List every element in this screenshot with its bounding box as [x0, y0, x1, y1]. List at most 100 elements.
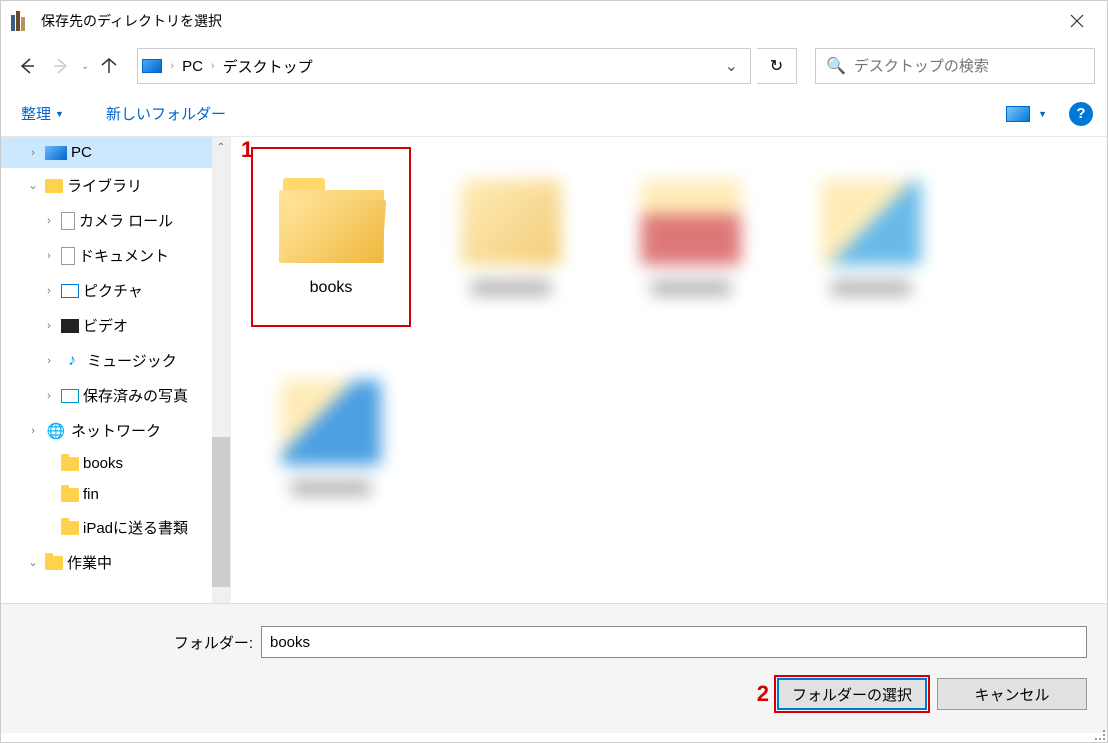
chevron-right-icon: › — [209, 60, 217, 72]
chevron-icon — [41, 250, 57, 262]
chevron-icon — [41, 390, 57, 402]
scrollbar: ⌃ — [212, 137, 230, 603]
tree-item-books[interactable]: books — [1, 448, 230, 479]
tree-icon — [61, 212, 75, 230]
chevron-icon — [41, 215, 57, 227]
view-icon — [1006, 106, 1030, 122]
back-button[interactable] — [13, 52, 41, 80]
chevron-right-icon: › — [168, 60, 176, 72]
search-icon: 🔍 — [826, 56, 846, 76]
tree-label: ピクチャ — [83, 280, 143, 301]
blurred-item — [611, 147, 771, 327]
app-icon — [11, 11, 31, 31]
blurred-item — [251, 347, 411, 527]
scroll-thumb[interactable] — [212, 437, 230, 587]
tree-icon — [45, 146, 67, 160]
tree-label: カメラ ロール — [79, 210, 173, 231]
pc-icon — [142, 59, 162, 73]
main-area: PCライブラリカメラ ロールドキュメントピクチャビデオ♪ミュージック保存済みの写… — [1, 137, 1107, 603]
tree-item-カメラ ロール[interactable]: カメラ ロール — [1, 203, 230, 238]
tree-icon — [45, 179, 63, 193]
tree-item-ネットワーク[interactable]: 🌐ネットワーク — [1, 413, 230, 448]
search-input[interactable] — [854, 58, 1084, 75]
help-button[interactable]: ? — [1069, 102, 1093, 126]
cancel-button[interactable]: キャンセル — [937, 678, 1087, 710]
tree-icon — [61, 319, 79, 333]
select-folder-button[interactable]: フォルダーの選択 — [777, 678, 927, 710]
tree-label: PC — [71, 144, 92, 161]
content-pane: 1 books — [231, 137, 1107, 603]
tree-item-ドキュメント[interactable]: ドキュメント — [1, 238, 230, 273]
chevron-icon — [25, 147, 41, 159]
back-icon — [18, 57, 36, 75]
navbar: ⌄ › PC › デスクトップ ⌄ ↻ 🔍 — [1, 41, 1107, 91]
address-bar[interactable]: › PC › デスクトップ ⌄ — [137, 48, 751, 84]
refresh-icon: ↻ — [770, 56, 783, 76]
organize-menu[interactable]: 整理 ▼ — [15, 99, 70, 128]
close-icon — [1070, 14, 1084, 28]
folder-books[interactable]: books — [251, 147, 411, 327]
tree-item-ミュージック[interactable]: ♪ミュージック — [1, 343, 230, 378]
refresh-button[interactable]: ↻ — [757, 48, 797, 84]
tree-item-作業中[interactable]: 作業中 — [1, 545, 230, 580]
tree-item-iPadに送る書類[interactable]: iPadに送る書類 — [1, 510, 230, 545]
tree-item-ビデオ[interactable]: ビデオ — [1, 308, 230, 343]
folder-icon — [279, 178, 384, 263]
tree-icon — [61, 284, 79, 298]
forward-icon — [52, 57, 70, 75]
chevron-icon — [25, 425, 41, 437]
tree-label: 保存済みの写真 — [83, 385, 188, 406]
sidebar: PCライブラリカメラ ロールドキュメントピクチャビデオ♪ミュージック保存済みの写… — [1, 137, 231, 603]
tree-icon: 🌐 — [45, 422, 67, 440]
blurred-item — [791, 147, 951, 327]
annotation-2: 2 — [757, 681, 769, 707]
tree-icon — [61, 389, 79, 403]
folder-name-input[interactable] — [261, 626, 1087, 658]
tree-item-fin[interactable]: fin — [1, 479, 230, 510]
button-row: 2 フォルダーの選択 キャンセル — [21, 678, 1087, 710]
scroll-up-button[interactable]: ⌃ — [212, 137, 230, 157]
chevron-down-icon: ▼ — [55, 109, 64, 119]
tree-icon — [61, 457, 79, 471]
window-title: 保存先のディレクトリを選択 — [41, 11, 1057, 31]
tree-item-ライブラリ[interactable]: ライブラリ — [1, 168, 230, 203]
chevron-icon — [41, 320, 57, 332]
tree-icon — [45, 556, 63, 570]
tree-item-PC[interactable]: PC — [1, 137, 230, 168]
address-dropdown[interactable]: ⌄ — [717, 56, 746, 76]
new-folder-button[interactable]: 新しいフォルダー — [100, 99, 232, 128]
recent-dropdown[interactable]: ⌄ — [81, 61, 89, 72]
up-button[interactable] — [95, 52, 123, 80]
tree-icon — [61, 488, 79, 502]
close-button[interactable] — [1057, 1, 1097, 41]
toolbar: 整理 ▼ 新しいフォルダー ▼ ? — [1, 91, 1107, 137]
tree-label: ドキュメント — [79, 245, 169, 266]
tree-label: ネットワーク — [71, 420, 161, 441]
titlebar: 保存先のディレクトリを選択 — [1, 1, 1107, 41]
new-folder-label: 新しいフォルダー — [106, 103, 226, 124]
view-menu[interactable]: ▼ — [1000, 102, 1053, 126]
organize-label: 整理 — [21, 103, 51, 124]
breadcrumb-root[interactable]: PC — [176, 54, 209, 79]
bottom-panel: フォルダー: 2 フォルダーの選択 キャンセル — [1, 603, 1107, 733]
chevron-icon — [25, 556, 41, 569]
tree-label: ビデオ — [83, 315, 128, 336]
chevron-icon — [41, 355, 57, 367]
chevron-down-icon: ▼ — [1038, 109, 1047, 119]
tree-label: fin — [83, 486, 99, 503]
tree-item-ピクチャ[interactable]: ピクチャ — [1, 273, 230, 308]
search-box[interactable]: 🔍 — [815, 48, 1095, 84]
chevron-icon — [25, 179, 41, 192]
folder-name-label: フォルダー: — [21, 632, 261, 653]
tree-label: 作業中 — [67, 552, 112, 573]
tree-icon: ♪ — [61, 352, 83, 370]
resize-grip[interactable] — [1093, 728, 1105, 740]
tree-label: books — [83, 455, 123, 472]
forward-button[interactable] — [47, 52, 75, 80]
breadcrumb-current[interactable]: デスクトップ — [217, 52, 319, 81]
up-icon — [100, 57, 118, 75]
chevron-icon — [41, 285, 57, 297]
tree-item-保存済みの写真[interactable]: 保存済みの写真 — [1, 378, 230, 413]
tree-label: ミュージック — [87, 350, 177, 371]
tree-label: ライブラリ — [67, 175, 142, 196]
